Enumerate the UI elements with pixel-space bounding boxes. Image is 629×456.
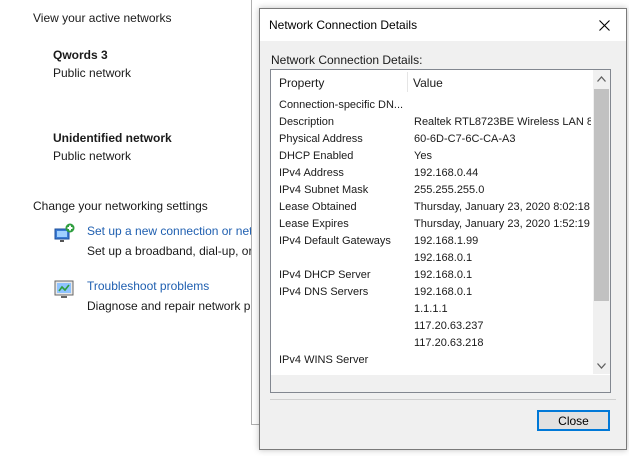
network-name: Qwords 3 (53, 48, 108, 62)
value-cell: 192.168.1.99 (414, 235, 479, 247)
dialog-title: Network Connection Details (269, 18, 418, 32)
setup-connection-link[interactable]: Set up a new connection or net (87, 224, 252, 238)
value-cell: 192.168.0.1 (414, 286, 473, 298)
list-header: Property Value (271, 70, 591, 94)
property-cell: IPv4 WINS Server (279, 354, 369, 366)
horizontal-scrollbar-thumb[interactable] (289, 379, 589, 388)
list-item[interactable]: IPv4 Address 192.168.0.44 (271, 165, 591, 182)
value-cell: 255.255.255.0 (414, 184, 485, 196)
list-item[interactable]: Lease Expires Thursday, January 23, 2020 … (271, 216, 591, 233)
troubleshoot-desc: Diagnose and repair network pr (87, 299, 255, 313)
network-connection-details-dialog: Network Connection Details Network Conne… (259, 8, 627, 450)
value-cell: 1.1.1.1 (414, 303, 448, 315)
list-item[interactable]: 192.168.0.1 (271, 250, 591, 267)
dialog-title-bar: Network Connection Details (260, 9, 626, 41)
list-item[interactable]: IPv4 DHCP Server 192.168.0.1 (271, 267, 591, 284)
horizontal-scrollbar[interactable] (271, 375, 593, 392)
property-cell: Description (279, 116, 335, 128)
details-rows: Connection-specific DN... Description Rea… (271, 97, 591, 369)
active-networks-title: View your active networks (33, 11, 172, 25)
scroll-down-icon[interactable] (593, 357, 610, 374)
list-item[interactable]: Description Realtek RTL8723BE Wireless LA… (271, 114, 591, 131)
list-item[interactable]: IPv4 WINS Server (271, 352, 591, 369)
value-cell: 117.20.63.237 (414, 320, 484, 332)
list-item[interactable]: IPv4 DNS Servers 192.168.0.1 (271, 284, 591, 301)
details-label: Network Connection Details: (271, 53, 423, 67)
column-header-property[interactable]: Property (279, 76, 324, 90)
property-cell: DHCP Enabled (279, 150, 354, 162)
scrollbar-thumb[interactable] (594, 89, 609, 301)
troubleshoot-link[interactable]: Troubleshoot problems (87, 279, 209, 293)
value-cell: Thursday, January 23, 2020 8:02:18 A (414, 201, 591, 213)
network-type: Public network (53, 149, 132, 163)
scrollbar-corner (593, 375, 610, 392)
list-item[interactable]: IPv4 Default Gateways 192.168.1.99 (271, 233, 591, 250)
list-item[interactable]: 1.1.1.1 (271, 301, 591, 318)
value-cell: 192.168.0.1 (414, 269, 473, 281)
list-item[interactable]: IPv4 Subnet Mask 255.255.255.0 (271, 182, 591, 199)
list-item[interactable]: 117.20.63.237 (271, 318, 591, 335)
value-cell: Yes (414, 150, 432, 162)
value-cell: Realtek RTL8723BE Wireless LAN 80 (414, 116, 591, 128)
divider (270, 399, 616, 400)
scroll-up-icon[interactable] (593, 70, 610, 87)
troubleshoot-icon (54, 280, 74, 298)
value-cell: Thursday, January 23, 2020 1:52:19 P (414, 218, 591, 230)
list-item[interactable]: 117.20.63.218 (271, 335, 591, 352)
list-item[interactable]: Connection-specific DN... (271, 97, 591, 114)
list-item[interactable]: DHCP Enabled Yes (271, 148, 591, 165)
property-cell: IPv4 DHCP Server (279, 269, 371, 281)
property-cell: Connection-specific DN... (279, 99, 403, 111)
list-item[interactable]: Lease Obtained Thursday, January 23, 2020… (271, 199, 591, 216)
value-cell: 117.20.63.218 (414, 337, 484, 349)
property-cell: Physical Address (279, 133, 363, 145)
details-list[interactable]: Property Value Connection-specific DN...… (270, 69, 611, 393)
property-cell: IPv4 Subnet Mask (279, 184, 369, 196)
property-cell: Lease Obtained (279, 201, 357, 213)
property-cell: IPv4 Address (279, 167, 344, 179)
value-cell: 192.168.0.44 (414, 167, 479, 179)
property-cell: IPv4 DNS Servers (279, 286, 369, 298)
close-button[interactable]: Close (537, 410, 610, 431)
close-icon[interactable] (582, 9, 626, 41)
vertical-scrollbar[interactable] (593, 70, 610, 374)
network-name: Unidentified network (53, 131, 172, 145)
new-connection-icon (54, 223, 75, 242)
change-settings-title: Change your networking settings (33, 199, 208, 213)
value-cell: 60-6D-C7-6C-CA-A3 (414, 133, 516, 145)
list-item[interactable]: Physical Address 60-6D-C7-6C-CA-A3 (271, 131, 591, 148)
property-cell: IPv4 Default Gateways (279, 235, 391, 247)
property-cell: Lease Expires (279, 218, 349, 230)
value-cell: 192.168.0.1 (414, 252, 473, 264)
column-divider[interactable] (407, 72, 408, 92)
network-type: Public network (53, 66, 132, 80)
setup-connection-desc: Set up a broadband, dial-up, or (87, 244, 253, 258)
column-header-value[interactable]: Value (413, 76, 443, 90)
